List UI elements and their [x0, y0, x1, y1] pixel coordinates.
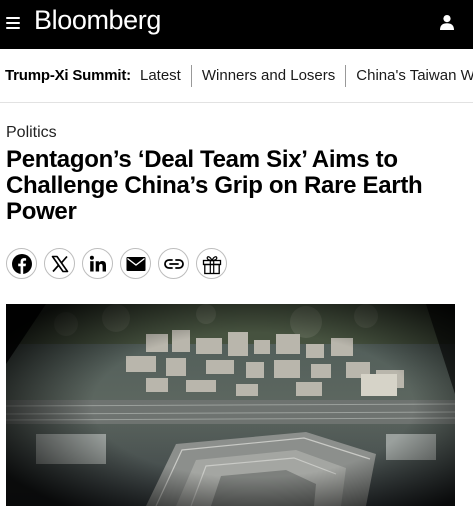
- share-x-button[interactable]: [44, 248, 75, 279]
- x-icon: [51, 255, 68, 272]
- hero-aerial-photo[interactable]: [6, 304, 455, 506]
- topic-subnav: Trump-Xi Summit: Latest Winners and Lose…: [0, 49, 473, 103]
- section-label[interactable]: Politics: [6, 124, 57, 142]
- bloomberg-logo[interactable]: Bloomberg: [34, 5, 161, 36]
- hamburger-menu-icon[interactable]: [6, 17, 20, 29]
- facebook-icon: [11, 253, 32, 274]
- user-icon[interactable]: [439, 14, 455, 30]
- share-linkedin-button[interactable]: [82, 248, 113, 279]
- subnav-link-latest[interactable]: Latest: [140, 64, 192, 87]
- subnav-link-winners-losers[interactable]: Winners and Losers: [192, 64, 347, 87]
- top-navigation-bar: Bloomberg: [0, 0, 473, 49]
- link-icon: [163, 258, 184, 269]
- subnav-link-taiwan-war[interactable]: China's Taiwan War: [346, 65, 473, 87]
- share-copy-link-button[interactable]: [158, 248, 189, 279]
- share-toolbar: [6, 248, 227, 279]
- gift-article-button[interactable]: [196, 248, 227, 279]
- gift-icon: [202, 255, 221, 274]
- subnav-topic-label: Trump-Xi Summit:: [5, 67, 131, 84]
- linkedin-icon: [89, 255, 106, 271]
- share-facebook-button[interactable]: [6, 248, 37, 279]
- email-icon: [126, 256, 145, 271]
- article-headline: Pentagon’s ‘Deal Team Six’ Aims to Chall…: [6, 146, 423, 225]
- aerial-photo-illustration: [6, 304, 455, 506]
- share-email-button[interactable]: [120, 248, 151, 279]
